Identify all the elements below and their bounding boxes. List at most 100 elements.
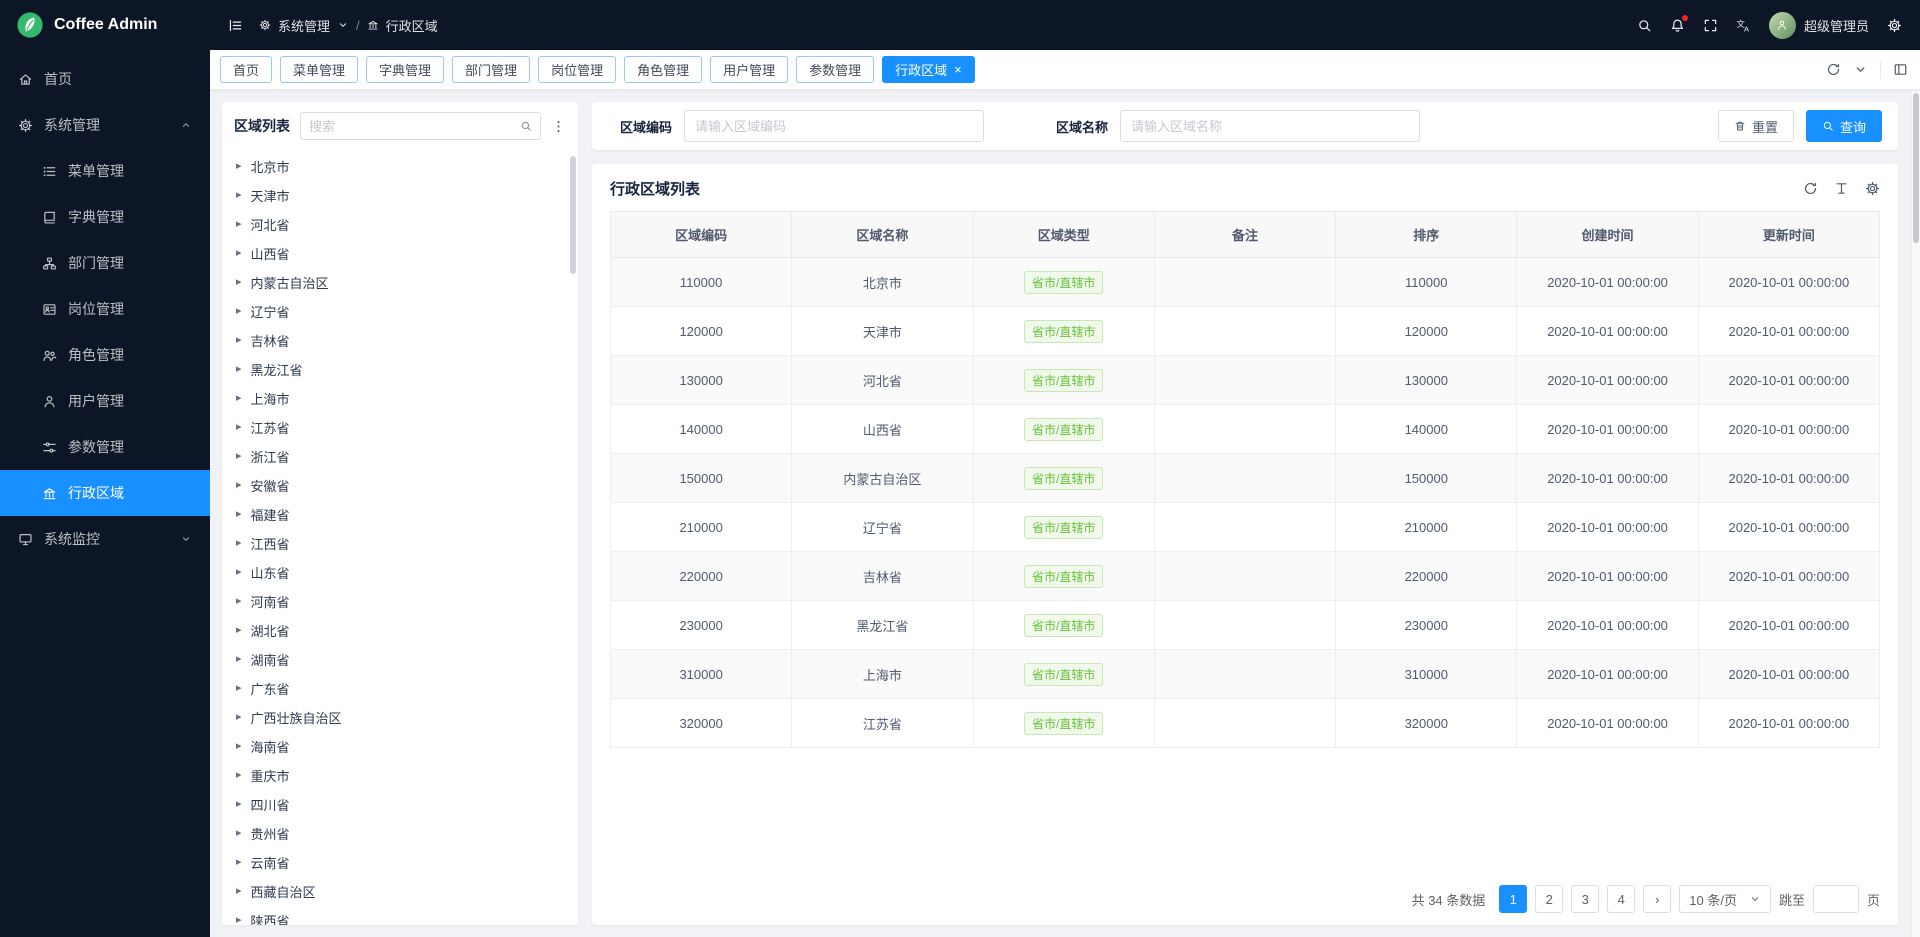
table-row[interactable]: 320000 江苏省 省市/直辖市 320000 2020-10-01 00:0… xyxy=(611,699,1880,748)
sidebar-item-dept-mgmt[interactable]: 部门管理 xyxy=(0,240,210,286)
layout-icon[interactable] xyxy=(1893,62,1908,77)
caret-right-icon[interactable]: ▸ xyxy=(236,335,242,346)
table-row[interactable]: 210000 辽宁省 省市/直辖市 210000 2020-10-01 00:0… xyxy=(611,503,1880,552)
region-code-input[interactable] xyxy=(684,110,984,142)
tree-item[interactable]: ▸ 江西省 xyxy=(222,529,578,558)
column-header[interactable]: 区域类型 xyxy=(973,212,1154,258)
caret-right-icon[interactable]: ▸ xyxy=(236,915,242,925)
tree-item[interactable]: ▸ 河南省 xyxy=(222,587,578,616)
table-row[interactable]: 150000 内蒙古自治区 省市/直辖市 150000 2020-10-01 0… xyxy=(611,454,1880,503)
fullscreen-icon[interactable] xyxy=(1703,18,1718,33)
tree-item[interactable]: ▸ 山西省 xyxy=(222,239,578,268)
app-logo[interactable]: Coffee Admin xyxy=(0,11,210,39)
sidebar-item-menu-mgmt[interactable]: 菜单管理 xyxy=(0,148,210,194)
tree-item[interactable]: ▸ 陕西省 xyxy=(222,906,578,925)
column-header[interactable]: 区域名称 xyxy=(792,212,973,258)
caret-right-icon[interactable]: ▸ xyxy=(236,799,242,810)
sidebar-item-post-mgmt[interactable]: 岗位管理 xyxy=(0,286,210,332)
caret-right-icon[interactable]: ▸ xyxy=(236,480,242,491)
tab[interactable]: 菜单管理 × xyxy=(280,56,358,83)
next-page-button[interactable]: › xyxy=(1643,885,1671,913)
tree-item[interactable]: ▸ 天津市 xyxy=(222,181,578,210)
page-scrollbar[interactable] xyxy=(1911,91,1920,937)
caret-right-icon[interactable]: ▸ xyxy=(236,567,242,578)
caret-right-icon[interactable]: ▸ xyxy=(236,509,242,520)
sidebar-item-home[interactable]: 首页 xyxy=(0,56,210,102)
sidebar-item-param-mgmt[interactable]: 参数管理 xyxy=(0,424,210,470)
caret-right-icon[interactable]: ▸ xyxy=(236,451,242,462)
page-number-button[interactable]: 2 xyxy=(1535,885,1563,913)
tree-item[interactable]: ▸ 海南省 xyxy=(222,732,578,761)
caret-right-icon[interactable]: ▸ xyxy=(236,654,242,665)
tree-item[interactable]: ▸ 上海市 xyxy=(222,384,578,413)
tree-search-input[interactable] xyxy=(309,119,514,134)
table-row[interactable]: 310000 上海市 省市/直辖市 310000 2020-10-01 00:0… xyxy=(611,650,1880,699)
search-icon[interactable] xyxy=(520,120,532,132)
tree-item[interactable]: ▸ 广东省 xyxy=(222,674,578,703)
region-name-input[interactable] xyxy=(1120,110,1420,142)
tree-item[interactable]: ▸ 云南省 xyxy=(222,848,578,877)
caret-right-icon[interactable]: ▸ xyxy=(236,277,242,288)
tree-item[interactable]: ▸ 山东省 xyxy=(222,558,578,587)
caret-right-icon[interactable]: ▸ xyxy=(236,857,242,868)
column-settings-gear-icon[interactable] xyxy=(1865,181,1880,196)
tree-item[interactable]: ▸ 广西壮族自治区 xyxy=(222,703,578,732)
tree-item[interactable]: ▸ 福建省 xyxy=(222,500,578,529)
table-row[interactable]: 220000 吉林省 省市/直辖市 220000 2020-10-01 00:0… xyxy=(611,552,1880,601)
table-row[interactable]: 230000 黑龙江省 省市/直辖市 230000 2020-10-01 00:… xyxy=(611,601,1880,650)
caret-right-icon[interactable]: ▸ xyxy=(236,712,242,723)
caret-right-icon[interactable]: ▸ xyxy=(236,422,242,433)
caret-right-icon[interactable]: ▸ xyxy=(236,596,242,607)
caret-right-icon[interactable]: ▸ xyxy=(236,219,242,230)
tree-item[interactable]: ▸ 湖北省 xyxy=(222,616,578,645)
caret-right-icon[interactable]: ▸ xyxy=(236,683,242,694)
page-number-button[interactable]: 1 xyxy=(1499,885,1527,913)
caret-right-icon[interactable]: ▸ xyxy=(236,248,242,259)
tree-item[interactable]: ▸ 四川省 xyxy=(222,790,578,819)
table-row[interactable]: 130000 河北省 省市/直辖市 130000 2020-10-01 00:0… xyxy=(611,356,1880,405)
caret-right-icon[interactable]: ▸ xyxy=(236,886,242,897)
tab[interactable]: 岗位管理 × xyxy=(538,56,616,83)
refresh-icon[interactable] xyxy=(1803,181,1818,196)
user-menu[interactable]: 超级管理员 xyxy=(1769,12,1869,39)
tree-item[interactable]: ▸ 河北省 xyxy=(222,210,578,239)
tree-item[interactable]: ▸ 江苏省 xyxy=(222,413,578,442)
tab[interactable]: 参数管理 × xyxy=(796,56,874,83)
caret-right-icon[interactable]: ▸ xyxy=(236,161,242,172)
caret-right-icon[interactable]: ▸ xyxy=(236,770,242,781)
breadcrumb[interactable]: 系统管理 / 行政区域 xyxy=(259,16,438,35)
tab[interactable]: 字典管理 × xyxy=(366,56,444,83)
sidebar-item-role-mgmt[interactable]: 角色管理 xyxy=(0,332,210,378)
query-button[interactable]: 查询 xyxy=(1806,110,1882,142)
table-row[interactable]: 110000 北京市 省市/直辖市 110000 2020-10-01 00:0… xyxy=(611,258,1880,307)
page-jump-input[interactable] xyxy=(1813,885,1859,913)
tree-item[interactable]: ▸ 贵州省 xyxy=(222,819,578,848)
translate-icon[interactable]: 文A xyxy=(1736,18,1751,33)
caret-right-icon[interactable]: ▸ xyxy=(236,625,242,636)
sidebar-item-user-mgmt[interactable]: 用户管理 xyxy=(0,378,210,424)
tree-item[interactable]: ▸ 辽宁省 xyxy=(222,297,578,326)
sidebar-item-region[interactable]: 行政区域 xyxy=(0,470,210,516)
sidebar-collapse-icon[interactable] xyxy=(228,18,243,33)
table-row[interactable]: 120000 天津市 省市/直辖市 120000 2020-10-01 00:0… xyxy=(611,307,1880,356)
column-header[interactable]: 创建时间 xyxy=(1517,212,1698,258)
caret-right-icon[interactable]: ▸ xyxy=(236,393,242,404)
tab-close-icon[interactable]: × xyxy=(954,63,962,76)
caret-right-icon[interactable]: ▸ xyxy=(236,741,242,752)
caret-right-icon[interactable]: ▸ xyxy=(236,306,242,317)
search-icon[interactable] xyxy=(1637,18,1652,33)
tab[interactable]: 用户管理 × xyxy=(710,56,788,83)
sidebar-group-system[interactable]: 系统管理 xyxy=(0,102,210,148)
density-icon[interactable] xyxy=(1834,181,1849,196)
tree-item[interactable]: ▸ 黑龙江省 xyxy=(222,355,578,384)
reset-button[interactable]: 重置 xyxy=(1718,110,1794,142)
sidebar-group-monitor[interactable]: 系统监控 xyxy=(0,516,210,562)
page-scrollbar-thumb[interactable] xyxy=(1913,93,1919,243)
more-vertical-icon[interactable] xyxy=(551,119,566,134)
column-header[interactable]: 更新时间 xyxy=(1698,212,1879,258)
tree-item[interactable]: ▸ 湖南省 xyxy=(222,645,578,674)
tab[interactable]: 行政区域 × xyxy=(882,56,975,83)
tree-item[interactable]: ▸ 安徽省 xyxy=(222,471,578,500)
tree-item[interactable]: ▸ 重庆市 xyxy=(222,761,578,790)
caret-right-icon[interactable]: ▸ xyxy=(236,190,242,201)
